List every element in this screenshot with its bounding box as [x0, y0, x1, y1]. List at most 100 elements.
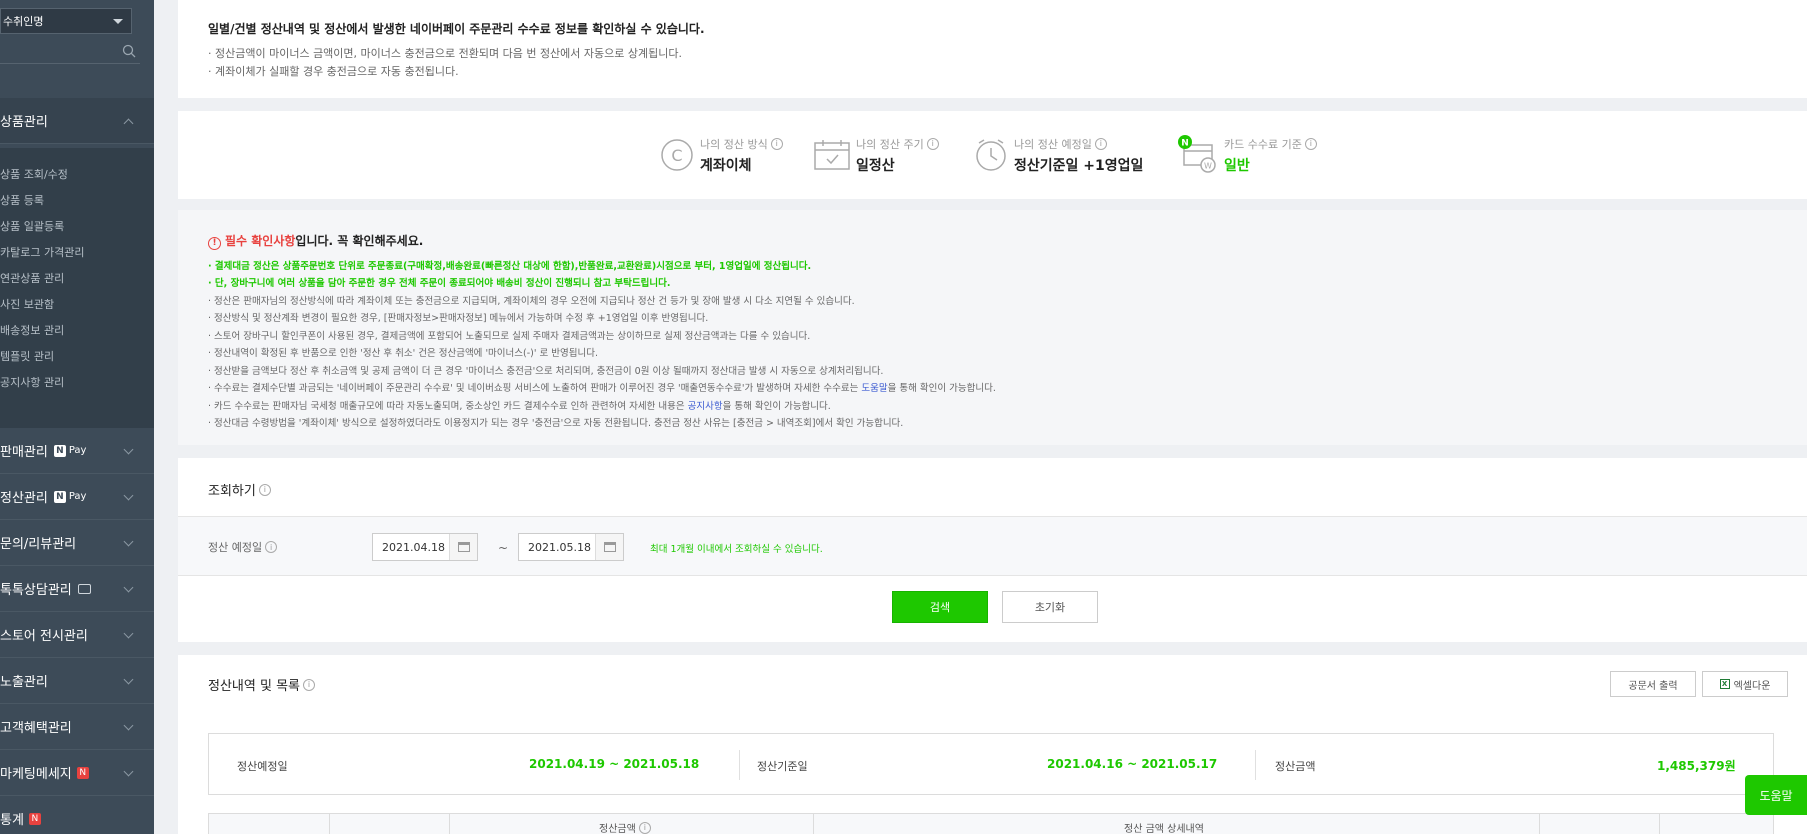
date-filter-row: 정산 예정일 i 2021.04.18 ~ 2021.05.18 최대 1개월 …: [178, 516, 1807, 576]
search-icon[interactable]: [122, 44, 136, 58]
summary-due-value: 2021.04.19 ~ 2021.05.18: [529, 757, 700, 771]
clock-icon: [976, 139, 1006, 171]
search-title-text: 조회하기: [208, 484, 256, 499]
menu-search-input[interactable]: [0, 40, 140, 64]
sidebar-section-label: 고객혜택관리: [0, 721, 72, 736]
sidebar-section-product[interactable]: 상품관리: [0, 98, 154, 144]
settlement-cycle-label: 나의 정산 주기: [856, 137, 924, 151]
settlement-info-panel: C 나의 정산 방식 i 계좌이체 나의 정산 주기 i 일정산 나의 정산 예정일…: [178, 111, 1807, 199]
sidebar-section-marketing[interactable]: 마케팅메세지 N: [0, 750, 154, 796]
store-select[interactable]: 수취인명: [0, 8, 132, 34]
date-range-separator: ~: [498, 541, 509, 555]
chevron-down-icon: [123, 766, 134, 777]
calendar-icon[interactable]: [595, 534, 623, 560]
svg-text:N: N: [1181, 139, 1189, 149]
chevron-down-icon: [113, 19, 123, 24]
info-icon[interactable]: i: [926, 137, 939, 150]
sidebar-item-notice[interactable]: 공지사항 관리: [0, 374, 64, 390]
sidebar-item-product-register[interactable]: 상품 등록: [0, 192, 44, 208]
product-submenu: 상품 조회/수정 상품 등록 상품 일괄등록 카탈로그 가격관리 연관상품 관리…: [0, 148, 154, 428]
list-title-text: 정산내역 및 목록: [208, 679, 300, 694]
sidebar-section-stats[interactable]: 통계 N: [0, 796, 154, 834]
column-divider: [329, 814, 330, 834]
npay-label: Pay: [68, 445, 87, 456]
sidebar-item-catalog-price[interactable]: 카탈로그 가격관리: [0, 244, 84, 260]
chevron-down-icon: [123, 628, 134, 639]
date-range-hint: 최대 1개월 이내에서 조회하실 수 있습니다.: [650, 544, 823, 555]
sidebar-item-delivery-info[interactable]: 배송정보 관리: [0, 322, 64, 338]
date-to-input[interactable]: 2021.05.18: [518, 533, 624, 561]
reset-button[interactable]: 초기화: [1002, 591, 1098, 623]
sidebar-section-label: 스토어 전시관리: [0, 629, 88, 644]
search-button[interactable]: 검색: [892, 591, 988, 623]
sidebar-item-template[interactable]: 템플릿 관리: [0, 348, 54, 364]
info-icon[interactable]: i: [770, 137, 783, 150]
checklist-item-after: 을 통해 확인이 가능합니다.: [887, 383, 996, 394]
sidebar-section-label: 노출관리: [0, 675, 48, 690]
summary-base-label: 정산기준일: [757, 760, 808, 773]
chevron-down-icon: [123, 582, 134, 593]
notice-link[interactable]: 공지사항: [688, 401, 723, 412]
calendar-icon: [814, 140, 850, 170]
checklist-item: · 정산받을 금액보다 정산 후 취소금액 및 공제 금액이 더 큰 경우 '마…: [208, 365, 884, 377]
sidebar-item-related-product[interactable]: 연관상품 관리: [0, 270, 64, 286]
npay-n-icon: N: [53, 490, 66, 503]
date-from-input[interactable]: 2021.04.18: [372, 533, 478, 561]
sidebar-section-inquiry[interactable]: 문의/리뷰관리: [0, 520, 154, 566]
excel-download-button[interactable]: X 엑셀다운: [1702, 671, 1788, 697]
chevron-down-icon: [123, 674, 134, 685]
checklist-item: · 카드 수수료는 판매자님 국세청 매출규모에 따라 자동노출되며, 중소상인…: [208, 398, 1777, 416]
sidebar-item-photo-storage[interactable]: 사진 보관함: [0, 296, 54, 312]
sidebar-section-label: 톡톡상담관리: [0, 583, 72, 598]
column-divider: [1659, 814, 1660, 834]
chevron-up-icon: [123, 118, 134, 129]
date-from-value: 2021.04.18: [382, 540, 445, 554]
settlement-list-panel: 정산내역 및 목록 i 공문서 출력 X 엑셀다운 정산예정일 2021.04.…: [178, 655, 1807, 834]
summary-divider: [739, 750, 740, 780]
sidebar-section-exposure[interactable]: 노출관리: [0, 658, 154, 704]
column-header-amount: 정산금액 i: [599, 820, 651, 834]
column-divider: [813, 814, 814, 834]
date-label-text: 정산 예정일: [208, 541, 263, 554]
checklist-item: · 결제대금 정산은 상품주문번호 단위로 주문종료(구매확정,배송완료(빠른정…: [208, 260, 812, 272]
info-icon[interactable]: i: [638, 821, 651, 834]
settlement-method-label: 나의 정산 방식: [700, 137, 768, 151]
sidebar-section-customer-benefit[interactable]: 고객혜택관리: [0, 704, 154, 750]
column-divider: [1539, 814, 1540, 834]
settlement-due: 나의 정산 예정일 i 정산기준일 +1영업일: [974, 135, 1143, 175]
info-icon[interactable]: i: [258, 483, 271, 496]
svg-text:C: C: [671, 146, 682, 165]
column-divider: [449, 814, 450, 834]
info-icon[interactable]: i: [1304, 137, 1317, 150]
sidebar-section-label: 문의/리뷰관리: [0, 537, 77, 552]
new-badge: N: [76, 766, 89, 779]
sidebar-item-bulk-register[interactable]: 상품 일괄등록: [0, 218, 64, 234]
checklist-item: · 정산대금 수령방법을 '계좌이체' 방식으로 설정하였더라도 이용정지가 되…: [208, 418, 904, 429]
chevron-down-icon: [123, 536, 134, 547]
new-badge: N: [28, 812, 41, 825]
sidebar-section-store-display[interactable]: 스토어 전시관리: [0, 612, 154, 658]
checklist-item-text: · 수수료는 결제수단별 과금되는 '네이버페이 주문관리 수수료' 및 네이버…: [208, 383, 862, 394]
summary-divider: [1255, 750, 1256, 780]
calendar-icon[interactable]: [449, 534, 477, 560]
checklist-head-rest: 입니다. 꼭 확인해주세요.: [295, 234, 424, 248]
settlement-cycle-value: 일정산: [856, 157, 895, 174]
checklist-item: · 정산내역이 확정된 후 반품으로 인한 '정산 후 취소' 건은 정산금액에…: [208, 348, 598, 359]
sidebar-section-label: 상품관리: [0, 115, 48, 130]
notice-line: · 계좌이체가 실패할 경우 충전금으로 자동 충전됩니다.: [208, 65, 459, 78]
sidebar-section-settlement[interactable]: 정산관리 N Pay: [0, 474, 154, 520]
sidebar-item-product-list[interactable]: 상품 조회/수정: [0, 166, 68, 182]
sidebar-section-talktalk[interactable]: 톡톡상담관리: [0, 566, 154, 612]
search-panel: 조회하기 i 정산 예정일 i 2021.04.18 ~ 2021.05.18 …: [178, 458, 1807, 642]
date-to-value: 2021.05.18: [528, 540, 591, 554]
sidebar-section-sales[interactable]: 판매관리 N Pay: [0, 428, 154, 474]
help-link[interactable]: 도움말: [861, 383, 887, 394]
help-button[interactable]: 도움말: [1745, 775, 1807, 815]
sidebar-section-label: 마케팅메세지: [0, 767, 72, 782]
checklist-warn-text: 필수 확인사항: [225, 234, 296, 248]
checklist-item-text: · 카드 수수료는 판매자님 국세청 매출규모에 따라 자동노출되며, 중소상인…: [208, 400, 688, 412]
info-icon[interactable]: i: [1094, 137, 1107, 150]
info-icon[interactable]: i: [265, 541, 278, 553]
print-document-button[interactable]: 공문서 출력: [1610, 671, 1696, 697]
info-icon[interactable]: i: [303, 678, 315, 691]
